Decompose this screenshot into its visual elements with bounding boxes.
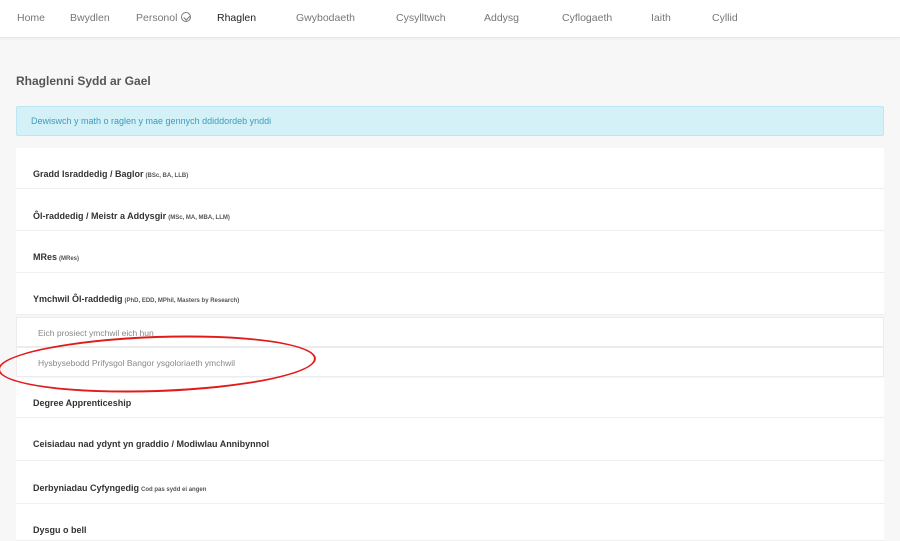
programme-research[interactable]: Ymchwil Ôl-raddedig (PhD, EDD, MPhil, Mas… <box>16 273 884 315</box>
nav-home[interactable]: Home <box>17 12 45 24</box>
top-navigation: Home Bwydlen Personol Rhaglen Gwybodaeth… <box>0 0 900 38</box>
programme-note: Cod pas sydd ei angen <box>141 487 207 493</box>
page-title: Rhaglenni Sydd ar Gael <box>16 74 151 88</box>
programme-label: Ceisiadau nad ydynt yn graddio / Modiwla… <box>33 439 270 449</box>
programme-label: Gradd Israddedig / Baglor <box>33 169 144 179</box>
research-option-scholarship[interactable]: Hysbysebodd Prifysgol Bangor ysgoloriaet… <box>16 347 884 377</box>
nav-cyflogaeth[interactable]: Cyflogaeth <box>562 12 612 24</box>
nav-rhaglen[interactable]: Rhaglen <box>217 12 256 24</box>
programme-label: Derbyniadau Cyfyngedig <box>33 483 140 493</box>
nav-cyllid[interactable]: Cyllid <box>712 12 738 24</box>
programme-label: Dysgu o bell <box>33 525 87 535</box>
programme-restricted-admissions[interactable]: Derbyniadau Cyfyngedig Cod pas sydd ei an… <box>16 461 884 504</box>
info-alert: Dewiswch y math o raglen y mae gennych d… <box>16 106 884 136</box>
nav-addysg[interactable]: Addysg <box>484 12 519 24</box>
programme-mres[interactable]: MRes (MRes) <box>16 231 884 273</box>
programme-note: (MSc, MA, MBA, LLM) <box>168 215 230 221</box>
programme-taught-masters[interactable]: Ôl-raddedig / Meistr a Addysgir (MSc, MA,… <box>16 189 884 231</box>
nav-gwybodaeth[interactable]: Gwybodaeth <box>296 12 355 24</box>
programme-label: Degree Apprenticeship <box>33 398 132 408</box>
programme-distance-learning[interactable]: Dysgu o bell <box>16 504 884 541</box>
programme-undergraduate[interactable]: Gradd Israddedig / Baglor (BSc, BA, LLB) <box>16 148 884 189</box>
check-circle-icon <box>181 12 192 22</box>
nav-cysylltwch[interactable]: Cysylltwch <box>396 12 446 24</box>
nav-iaith[interactable]: Iaith <box>651 12 671 24</box>
research-option-own-project[interactable]: Eich prosiect ymchwil eich hun <box>16 317 884 347</box>
programme-non-graduating[interactable]: Ceisiadau nad ydynt yn graddio / Modiwla… <box>16 418 884 461</box>
programme-label: Ôl-raddedig / Meistr a Addysgir <box>33 211 167 221</box>
programme-label: MRes <box>33 252 58 262</box>
nav-personol[interactable]: Personol <box>136 12 192 24</box>
programme-note: (PhD, EDD, MPhil, Masters by Research) <box>124 298 240 304</box>
programme-label: Ymchwil Ôl-raddedig <box>33 294 123 304</box>
programme-note: (BSc, BA, LLB) <box>145 173 189 179</box>
nav-personol-label: Personol <box>136 12 178 24</box>
programme-degree-apprenticeship[interactable]: Degree Apprenticeship <box>16 378 884 418</box>
nav-bwydlen[interactable]: Bwydlen <box>70 12 110 24</box>
programme-note: (MRes) <box>59 256 80 262</box>
